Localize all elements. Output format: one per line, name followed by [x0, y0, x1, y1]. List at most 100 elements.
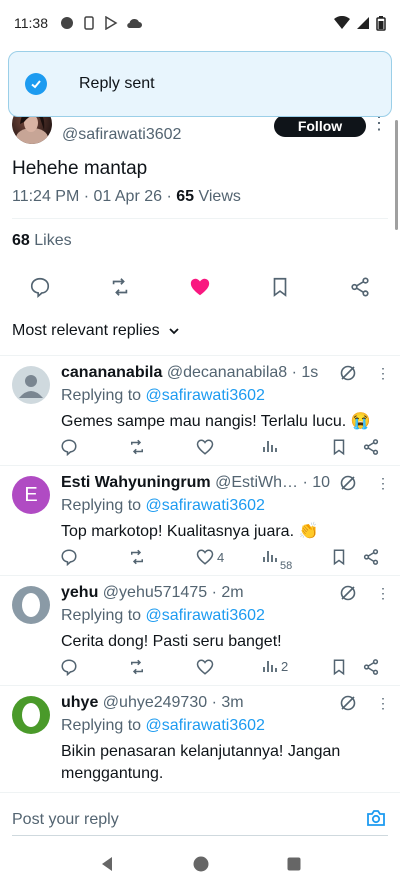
mention-link[interactable]: @safirawati3602 [146, 387, 265, 404]
grok-icon[interactable] [339, 364, 357, 387]
reply-icon[interactable] [60, 658, 78, 676]
cloud-icon [127, 18, 142, 29]
mention-link[interactable]: @safirawati3602 [146, 497, 265, 514]
reply-author-name[interactable]: uhye [61, 694, 98, 711]
share-icon[interactable] [362, 548, 380, 566]
view-count: 58 [280, 560, 293, 572]
system-nav-bar [0, 844, 400, 889]
views-label: Views [194, 188, 241, 205]
mention-link[interactable]: @safirawati3602 [146, 607, 265, 624]
reply-author-handle[interactable]: @decananabila8 [167, 364, 287, 381]
reply-more-icon[interactable]: ⋮ [376, 475, 390, 492]
sort-label: Most relevant replies [12, 322, 160, 339]
reply-sent-toast: Reply sent [8, 51, 392, 117]
reply-more-icon[interactable]: ⋮ [376, 585, 390, 602]
reply-text: Bikin penasaran kelanjutannya! Jangan me… [61, 743, 341, 782]
app-notification-icon [61, 17, 73, 29]
recents-icon[interactable] [287, 857, 301, 876]
reply-text: Cerita dong! Pasti seru banget! [61, 633, 282, 650]
reply-item[interactable]: canananabila @decananabila8 · 1s ⋮ Reply… [0, 355, 400, 465]
reply-item[interactable]: yehu @yehu571475 · 2m ⋮ Replying to @saf… [0, 575, 400, 685]
post-text: Hehehe mantap [12, 158, 148, 179]
repost-icon[interactable] [128, 548, 146, 566]
repost-icon[interactable] [128, 658, 146, 676]
reply-item[interactable]: uhye @uhye249730 · 3m ⋮ Replying to @saf… [0, 685, 400, 791]
grok-icon[interactable] [339, 584, 357, 607]
reply-item[interactable]: E Esti Wahyuningrum @EstiWh… · 10m ⋮ Rep… [0, 465, 400, 575]
views-icon[interactable]: 2 [262, 658, 288, 674]
likes-count: 68 [12, 232, 30, 249]
reply-more-icon[interactable]: ⋮ [376, 365, 390, 382]
reply-actions: 2 [60, 658, 390, 680]
camera-icon[interactable] [366, 809, 386, 832]
reply-text: Top markotop! Kualitasnya juara. 👏 [61, 523, 319, 540]
reply-author-handle[interactable]: @uhye249730 [103, 694, 207, 711]
home-icon[interactable] [193, 856, 209, 877]
reply-author-name[interactable]: canananabila [61, 364, 162, 381]
repost-icon[interactable] [107, 274, 133, 300]
reply-time: · 2m [207, 584, 244, 601]
bookmark-icon[interactable] [267, 274, 293, 300]
reply-avatar[interactable] [12, 586, 50, 624]
post-actions [0, 272, 400, 302]
likes-summary[interactable]: 68 Likes [12, 232, 72, 250]
reply-time: · 3m [207, 694, 244, 711]
like-icon[interactable] [196, 438, 217, 456]
share-icon[interactable] [362, 438, 380, 456]
reply-header: uhye @uhye249730 · 3m [61, 694, 331, 712]
author-handle[interactable]: @safirawati3602 [62, 126, 181, 144]
reply-input[interactable]: Post your reply [12, 811, 119, 829]
replying-to: Replying to @safirawati3602 [61, 607, 265, 624]
reply-author-handle[interactable]: @yehu571475 [103, 584, 207, 601]
reply-actions: 4 58 [60, 548, 390, 572]
views-count: 65 [176, 188, 195, 205]
reply-header: canananabila @decananabila8 · 1s [61, 364, 331, 382]
reply-time: · 1s [287, 364, 319, 381]
scrollbar[interactable] [395, 120, 398, 230]
reply-avatar[interactable]: E [12, 476, 50, 514]
reply-author-handle[interactable]: @EstiWh… [215, 474, 298, 491]
battery-icon [376, 15, 386, 31]
replying-to: Replying to @safirawati3602 [61, 497, 265, 514]
post-detail: safirawati @safirawati3602 Follow ⋮ Repl… [0, 46, 400, 791]
replying-to: Replying to @safirawati3602 [61, 717, 265, 734]
share-icon[interactable] [347, 274, 373, 300]
like-icon[interactable]: 4 [196, 548, 224, 566]
grok-icon[interactable] [339, 474, 357, 497]
reply-icon[interactable] [60, 438, 78, 456]
notification-icons [60, 16, 142, 30]
post-metadata: 11:24 PM · 01 Apr 26 · 65 Views [12, 188, 241, 206]
reply-avatar[interactable] [12, 366, 50, 404]
mention-link[interactable]: @safirawati3602 [146, 717, 265, 734]
likes-label: Likes [29, 232, 72, 249]
reply-header: yehu @yehu571475 · 2m [61, 584, 331, 602]
like-icon[interactable] [196, 658, 217, 676]
views-icon[interactable]: 58 [262, 548, 292, 572]
reply-author-name[interactable]: Esti Wahyuningrum [61, 474, 211, 491]
reply-more-icon[interactable]: ⋮ [376, 695, 390, 712]
wifi-icon [334, 16, 350, 29]
share-icon[interactable] [362, 658, 380, 676]
reply-avatar[interactable] [12, 696, 50, 734]
repost-icon[interactable] [128, 438, 146, 456]
check-icon [25, 73, 47, 95]
reply-header: Esti Wahyuningrum @EstiWh… · 10m [61, 474, 331, 492]
bookmark-icon[interactable] [330, 548, 348, 566]
grok-icon[interactable] [339, 694, 357, 717]
follow-button[interactable]: Follow [274, 115, 366, 137]
reply-icon[interactable] [27, 274, 53, 300]
reply-sort-dropdown[interactable]: Most relevant replies [12, 322, 180, 340]
bookmark-icon[interactable] [330, 658, 348, 676]
reply-actions [60, 438, 390, 460]
reply-author-name[interactable]: yehu [61, 584, 98, 601]
status-bar: 11:38 [0, 0, 400, 46]
reply-text: Gemes sampe mau nangis! Terlalu lucu. 😭 [61, 413, 371, 430]
post-timestamp[interactable]: 11:24 PM · 01 Apr 26 · [12, 188, 176, 205]
views-icon[interactable] [262, 438, 281, 454]
reply-time: · 10m [302, 474, 331, 491]
signal-icon [357, 17, 369, 29]
back-icon[interactable] [99, 856, 115, 877]
bookmark-icon[interactable] [330, 438, 348, 456]
reply-icon[interactable] [60, 548, 78, 566]
like-icon[interactable] [187, 274, 213, 300]
